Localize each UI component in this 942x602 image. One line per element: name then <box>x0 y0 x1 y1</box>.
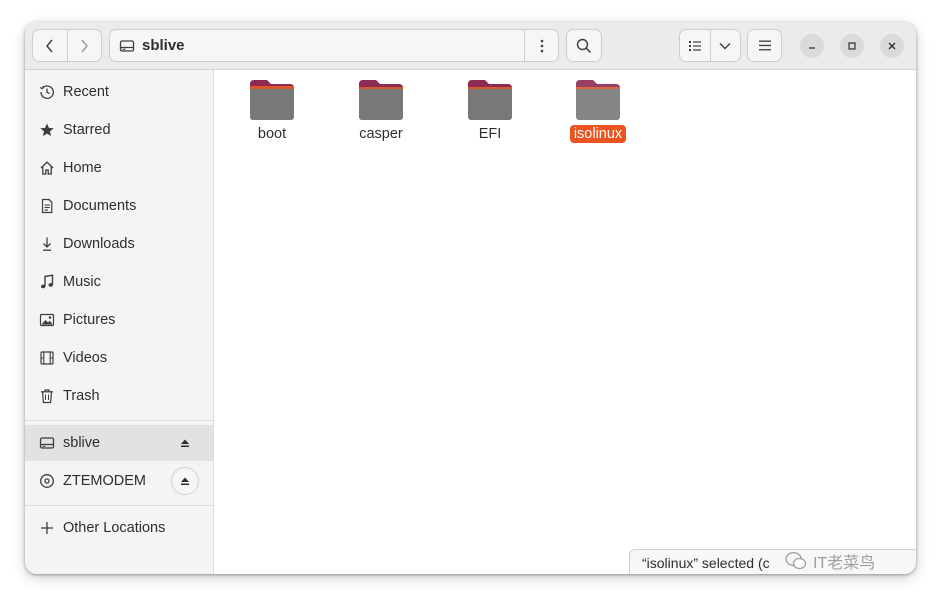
chevron-left-icon <box>45 39 53 52</box>
folder-item[interactable]: casper <box>329 78 433 148</box>
sidebar-item-label: Trash <box>63 388 100 404</box>
view-dropdown-button[interactable] <box>709 30 741 61</box>
view-options <box>679 29 741 62</box>
sidebar-item-label: Other Locations <box>63 520 166 536</box>
maximize-button[interactable] <box>840 34 864 58</box>
close-button[interactable] <box>880 34 904 58</box>
sidebar-item-pictures[interactable]: Pictures <box>25 302 213 338</box>
sidebar-item-trash[interactable]: Trash <box>25 378 213 414</box>
folder-icon <box>359 80 403 120</box>
navigation-buttons <box>32 29 102 62</box>
eject-icon <box>181 477 189 485</box>
sidebar-item-label: Videos <box>63 350 108 366</box>
path-options-button[interactable] <box>524 30 558 61</box>
path-segment-current[interactable]: sblive <box>110 30 185 61</box>
eject-button[interactable] <box>171 467 199 495</box>
sidebar-item-ztemodem[interactable]: ZTEMODEM <box>25 463 213 499</box>
document-icon <box>38 197 56 215</box>
folder-item[interactable]: boot <box>220 78 324 148</box>
trash-icon <box>38 387 56 405</box>
sidebar-item-downloads[interactable]: Downloads <box>25 226 213 262</box>
download-icon <box>38 235 56 253</box>
folder-item[interactable]: EFI <box>438 78 542 148</box>
sidebar-item-label: Starred <box>63 122 111 138</box>
star-icon <box>38 121 56 139</box>
header-bar: sblive <box>25 22 916 70</box>
eject-button[interactable] <box>171 429 199 457</box>
drive-icon <box>38 434 56 452</box>
sidebar-item-documents[interactable]: Documents <box>25 188 213 224</box>
sidebar-divider <box>25 505 213 506</box>
forward-button[interactable] <box>66 30 102 61</box>
sidebar-item-label: sblive <box>63 435 101 451</box>
sidebar-item-other-locations[interactable]: Other Locations <box>25 510 213 546</box>
sidebar-item-label: Music <box>63 274 101 290</box>
back-button[interactable] <box>33 30 67 61</box>
maximize-icon <box>848 42 856 50</box>
list-view-icon <box>688 40 701 51</box>
sidebar: Recent Starred Home Documents Downloads … <box>25 70 214 574</box>
sidebar-item-label: ZTEMODEM <box>63 473 146 489</box>
sidebar-item-label: Recent <box>63 84 109 100</box>
list-view-button[interactable] <box>680 30 710 61</box>
eject-icon <box>181 439 189 447</box>
sidebar-divider <box>25 420 213 421</box>
folder-icon <box>576 80 620 120</box>
sidebar-item-home[interactable]: Home <box>25 150 213 186</box>
path-label: sblive <box>142 37 185 54</box>
wechat-icon <box>785 552 807 570</box>
plus-icon <box>38 519 56 537</box>
picture-icon <box>38 311 56 329</box>
chevron-down-icon <box>719 42 731 49</box>
folder-name: boot <box>257 126 287 142</box>
folder-icon <box>250 80 294 120</box>
sidebar-item-recent[interactable]: Recent <box>25 74 213 110</box>
minimize-icon <box>809 47 815 49</box>
clock-icon <box>38 83 56 101</box>
close-icon <box>888 42 896 50</box>
home-icon <box>38 159 56 177</box>
minimize-button[interactable] <box>800 34 824 58</box>
folder-name: isolinux <box>569 125 627 143</box>
file-view: boot casper EFI isolinux <box>215 70 916 574</box>
folder-icon <box>468 80 512 120</box>
file-manager-window: sblive Recent Starred Home Documents Dow… <box>25 22 916 574</box>
folder-name: casper <box>359 126 403 142</box>
search-icon <box>576 38 592 53</box>
disc-icon <box>38 472 56 490</box>
sidebar-item-label: Home <box>63 160 102 176</box>
sidebar-item-sblive[interactable]: sblive <box>25 425 213 461</box>
sidebar-item-videos[interactable]: Videos <box>25 340 213 376</box>
main-menu-button[interactable] <box>747 29 782 62</box>
hamburger-menu-icon <box>758 40 771 51</box>
watermark: IT老菜鸟 <box>785 548 875 574</box>
kebab-menu-icon <box>540 39 543 52</box>
sidebar-item-music[interactable]: Music <box>25 264 213 300</box>
sidebar-item-label: Downloads <box>63 236 135 252</box>
sidebar-item-starred[interactable]: Starred <box>25 112 213 148</box>
music-icon <box>38 273 56 291</box>
folder-item-selected[interactable]: isolinux <box>546 78 650 148</box>
path-bar: sblive <box>109 29 559 62</box>
sidebar-item-label: Pictures <box>63 312 116 328</box>
drive-icon <box>119 39 135 52</box>
sidebar-item-label: Documents <box>63 198 137 214</box>
search-button[interactable] <box>566 29 602 62</box>
chevron-right-icon <box>81 39 89 52</box>
folder-name: EFI <box>478 126 502 142</box>
watermark-text: IT老菜鸟 <box>813 555 876 572</box>
video-icon <box>38 349 56 367</box>
